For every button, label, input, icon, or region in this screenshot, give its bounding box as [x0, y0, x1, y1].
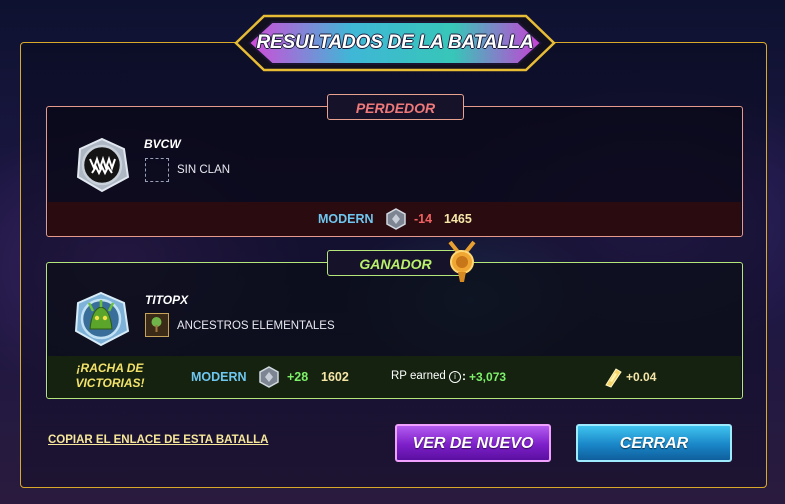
loser-stats-bar: MODERN -14 1465 — [48, 202, 741, 236]
fanged-mouth-icon — [76, 137, 130, 193]
loser-panel: BVCW SIN CLAN MODERN -14 1465 — [46, 106, 743, 237]
loser-avatar — [74, 137, 130, 193]
green-monster-icon — [74, 291, 130, 347]
replay-button[interactable]: VER DE NUEVO — [395, 424, 551, 462]
rp-separator: : — [462, 369, 466, 383]
empty-banner-icon — [145, 158, 169, 182]
winner-guild-name: ANCESTROS ELEMENTALES — [177, 320, 335, 332]
silver-league-icon — [385, 208, 407, 230]
winner-format: MODERN — [191, 370, 247, 384]
loser-tag: PERDEDOR — [327, 94, 464, 120]
winner-stats-bar: ¡RACHA DE VICTORIAS! MODERN +28 1602 RP e… — [48, 356, 741, 398]
winner-avatar — [72, 291, 130, 347]
rp-earned-value: +3,073 — [469, 370, 507, 384]
tree-banner-icon — [145, 313, 169, 337]
silver-league-icon — [258, 366, 280, 388]
title-banner: RESULTADOS DE LA BATALLA — [234, 14, 556, 72]
loser-player-name[interactable]: BVCW — [144, 137, 181, 151]
loser-format: MODERN — [318, 212, 374, 226]
loser-guild-name: SIN CLAN — [177, 164, 231, 176]
loser-rating-change: -14 — [414, 212, 433, 226]
winner-rating-change: +28 — [287, 370, 309, 384]
winner-panel: TITOPX ANCESTROS ELEMENTALES ¡RACHA DE VI… — [46, 262, 743, 399]
close-button[interactable]: CERRAR — [576, 424, 732, 462]
energy-shard-icon — [602, 366, 624, 388]
copy-battle-link[interactable]: COPIAR EL ENLACE DE ESTA BATALLA — [48, 434, 268, 446]
rp-earned-label: RP earned — [391, 370, 446, 382]
loser-rating: 1465 — [444, 212, 472, 226]
winner-rating: 1602 — [321, 370, 349, 384]
page-title: RESULTADOS DE LA BATALLA — [256, 32, 534, 53]
trophy-medal-icon — [444, 238, 480, 284]
info-icon[interactable]: i — [449, 371, 461, 383]
reward-value: +0.04 — [626, 370, 657, 384]
win-streak-label: ¡RACHA DE VICTORIAS! — [75, 361, 145, 390]
winner-player-name[interactable]: TITOPX — [145, 293, 188, 307]
